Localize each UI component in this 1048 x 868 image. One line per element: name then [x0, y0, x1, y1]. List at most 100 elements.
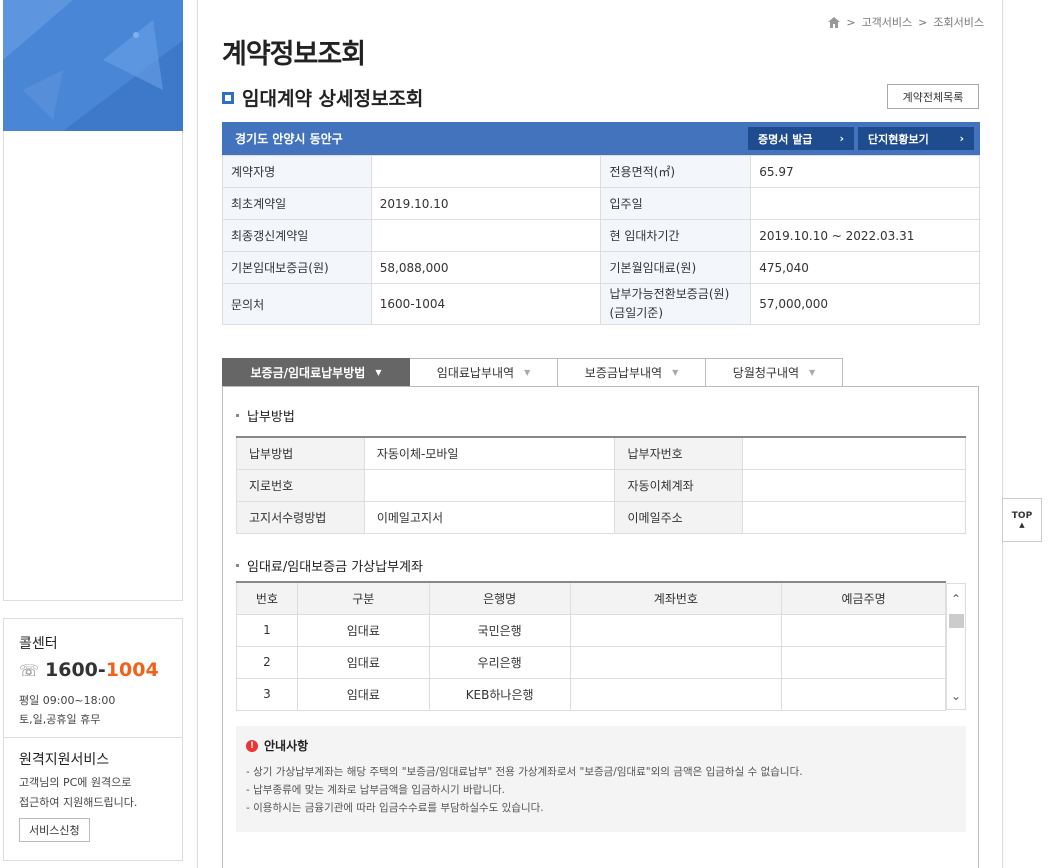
notice-lines: - 상기 가상납부계좌는 해당 주택의 "보증금/임대료납부" 전용 가상계좌로… [246, 763, 803, 817]
contract-list-button[interactable]: 계약전체목록 [887, 84, 979, 109]
banner-graphic [3, 0, 183, 131]
remote-desc-line1: 고객님의 PC에 원격으로 [19, 776, 132, 789]
chevron-down-icon[interactable]: ⌄ [947, 689, 965, 703]
chevron-right-icon: › [839, 132, 844, 145]
table-row: 3 임대료 KEB하나은행 [236, 677, 946, 711]
section-title-text: 임대계약 상세정보조회 [242, 88, 424, 110]
remote-support-desc: 고객님의 PC에 원격으로 접근하여 지원해드립니다. [19, 773, 137, 813]
divider [4, 737, 182, 738]
cell-bank: KEB하나은행 [428, 677, 571, 711]
certificate-issue-label: 증명서 발급 [758, 132, 813, 146]
label-lease-period: 현 임대차기간 [600, 219, 752, 252]
label-giro-number: 지로번호 [236, 468, 365, 502]
cell-bank: 국민은행 [428, 613, 571, 647]
service-apply-button[interactable]: 서비스신청 [19, 818, 90, 842]
col-header-type: 구분 [296, 581, 430, 615]
caret-up-icon: ▲ [1019, 521, 1025, 529]
label-first-contract-date: 최초계약일 [222, 187, 372, 220]
notice-line: - 납부종류에 맞는 계좌로 납부금액을 입금하시기 바랍니다. [246, 784, 505, 796]
warning-icon: ! [246, 739, 258, 752]
label-contractor: 계약자명 [222, 155, 372, 188]
scroll-top-button[interactable]: TOP ▲ [1002, 498, 1042, 542]
cell-account-number [569, 677, 783, 711]
value-lease-period: 2019.10.10 ~ 2022.03.31 [750, 219, 980, 252]
label-base-rent: 기본월임대료(원) [600, 251, 752, 284]
square-bullet-icon [222, 91, 234, 104]
bullet-icon [236, 564, 239, 567]
value-contact: 1600-1004 [370, 283, 602, 325]
value-convertible-deposit: 57,000,000 [750, 283, 980, 325]
scrollbar-thumb[interactable] [949, 614, 964, 628]
value-payer-number [742, 436, 966, 470]
complex-status-button[interactable]: 단지현황보기 › [858, 127, 974, 150]
certificate-issue-button[interactable]: 증명서 발급 › [748, 127, 854, 150]
phone-icon: ☏ [19, 660, 40, 680]
cell-holder [781, 677, 946, 711]
cell-type: 임대료 [296, 677, 430, 711]
cell-type: 임대료 [296, 645, 430, 679]
tab-label: 당월청구내역 [732, 366, 800, 380]
label-convertible-deposit: 납부가능전환보증금(원) (금일기준) [600, 283, 752, 325]
breadcrumb-item-inquiry[interactable]: 조회서비스 [933, 14, 984, 30]
left-banner [3, 0, 183, 131]
value-area: 65.97 [750, 155, 980, 188]
payment-method-title-text: 납부방법 [247, 410, 295, 425]
chevron-up-icon[interactable]: ⌃ [947, 592, 965, 606]
home-icon[interactable] [828, 16, 841, 28]
label-auto-transfer-account: 자동이체계좌 [614, 468, 744, 502]
value-base-rent: 475,040 [750, 251, 980, 284]
payment-method-table: 납부방법 자동이체-모바일 납부자번호 지로번호 자동이체계좌 고지서수령방법 … [236, 436, 966, 534]
cell-bank: 우리은행 [428, 645, 571, 679]
caret-down-icon: ▼ [375, 368, 382, 377]
notice-line: - 이용하시는 금융기관에 따라 입금수수료를 부담하실수도 있습니다. [246, 802, 544, 814]
tab-payment-method[interactable]: 보증금/임대료납부방법 ▼ [222, 358, 410, 387]
tab-rent-history[interactable]: 임대료납부내역 ▼ [410, 358, 558, 387]
hours-weekend: 토,일,공휴일 휴무 [19, 713, 101, 726]
contract-info-header: 경기도 안양시 동안구 증명서 발급 › 단지현황보기 › [222, 122, 980, 155]
callcenter-title: 콜센터 [19, 636, 58, 652]
tab-label: 보증금/임대료납부방법 [250, 366, 366, 380]
table-row: 최종갱신계약일 현 임대차기간 2019.10.10 ~ 2022.03.31 [222, 219, 980, 252]
table-row: 문의처 1600-1004 납부가능전환보증금(원) (금일기준) 57,000… [222, 283, 980, 325]
remote-support-title: 원격지원서비스 [19, 752, 110, 768]
tab-monthly-bill[interactable]: 당월청구내역 ▼ [706, 358, 843, 387]
breadcrumb-separator: > [846, 15, 856, 29]
table-scrollbar[interactable]: ⌃ ⌄ [946, 583, 966, 710]
col-header-bank: 은행명 [428, 581, 571, 615]
caret-down-icon: ▼ [809, 368, 816, 377]
col-header-account-number: 계좌번호 [569, 581, 783, 615]
bullet-icon [236, 414, 239, 417]
label-payer-number: 납부자번호 [614, 436, 744, 470]
label-area: 전용면적(㎡) [600, 155, 752, 188]
value-auto-transfer-account [742, 468, 966, 502]
section-title: 임대계약 상세정보조회 [222, 84, 423, 111]
cell-holder [781, 645, 946, 679]
phone-suffix: 1004 [105, 659, 159, 681]
label-email: 이메일주소 [614, 500, 744, 534]
value-contractor [370, 155, 602, 188]
table-row: 2 임대료 우리은행 [236, 645, 946, 679]
virtual-account-title: 임대료/임대보증금 가상납부계좌 [236, 556, 423, 575]
tab-deposit-history[interactable]: 보증금납부내역 ▼ [558, 358, 706, 387]
cell-type: 임대료 [296, 613, 430, 647]
value-last-renewal-date [370, 219, 602, 252]
cell-number: 2 [236, 645, 298, 679]
virtual-account-title-text: 임대료/임대보증금 가상납부계좌 [247, 560, 423, 575]
label-contact: 문의처 [222, 283, 372, 325]
cell-account-number [569, 613, 783, 647]
payment-method-title: 납부방법 [236, 406, 295, 425]
top-label: TOP [1011, 511, 1033, 521]
address-text: 경기도 안양시 동안구 [235, 132, 343, 146]
col-header-holder: 예금주명 [781, 581, 946, 615]
table-row: 계약자명 전용면적(㎡) 65.97 [222, 155, 980, 188]
label-move-in-date: 입주일 [600, 187, 752, 220]
table-row: 1 임대료 국민은행 [236, 613, 946, 647]
remote-desc-line2: 접근하여 지원해드립니다. [19, 796, 138, 809]
virtual-account-table: 번호 구분 은행명 계좌번호 예금주명 1 임대료 국민은행 2 임대료 우리은… [236, 581, 946, 711]
complex-status-label: 단지현황보기 [868, 132, 929, 146]
col-header-number: 번호 [236, 581, 298, 615]
value-first-contract-date: 2019.10.10 [370, 187, 602, 220]
breadcrumb-item-customer-service[interactable]: 고객서비스 [862, 14, 913, 30]
contract-info-table: 계약자명 전용면적(㎡) 65.97 최초계약일 2019.10.10 입주일 … [222, 155, 980, 325]
callcenter-hours: 평일 09:00~18:00 토,일,공휴일 휴무 [19, 691, 115, 729]
